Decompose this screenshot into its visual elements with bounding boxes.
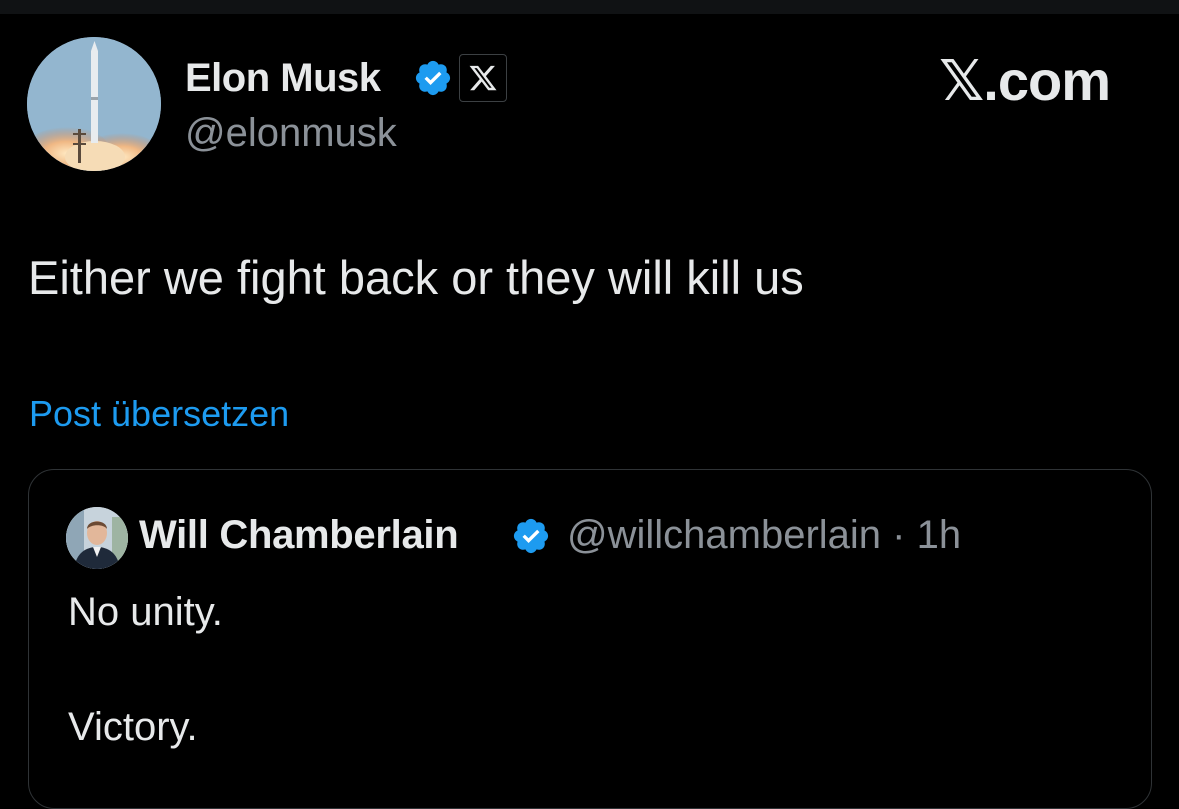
translate-post-link[interactable]: Post übersetzen: [29, 392, 289, 436]
author-avatar[interactable]: [27, 37, 161, 171]
author-name[interactable]: Elon Musk: [185, 54, 381, 102]
rocket-launch-image: [27, 37, 161, 171]
x-com-wordmark: 𝕏.com: [939, 49, 1111, 112]
status-bar-strip: [0, 0, 1179, 14]
quoted-author-name[interactable]: Will Chamberlain: [139, 511, 459, 559]
post-text: Either we fight back or they will kill u…: [28, 251, 804, 304]
quoted-author-avatar[interactable]: [66, 507, 128, 569]
post: Elon Musk @elonmusk 𝕏.com Either we figh…: [0, 14, 1179, 809]
x-affiliation-badge[interactable]: [459, 54, 507, 102]
quoted-text-line: Victory.: [68, 705, 198, 749]
quoted-handle-and-time: @willchamberlain · 1h: [567, 513, 962, 557]
quoted-text-line: No unity.: [68, 590, 223, 634]
verified-badge-icon[interactable]: [413, 58, 453, 98]
portrait-image: [66, 507, 128, 569]
x-logo-icon: [469, 65, 497, 91]
author-handle[interactable]: @elonmusk: [185, 109, 397, 157]
verified-badge-icon[interactable]: [511, 516, 551, 556]
quoted-post-card[interactable]: Will Chamberlain @willchamberlain · 1h N…: [28, 469, 1152, 809]
